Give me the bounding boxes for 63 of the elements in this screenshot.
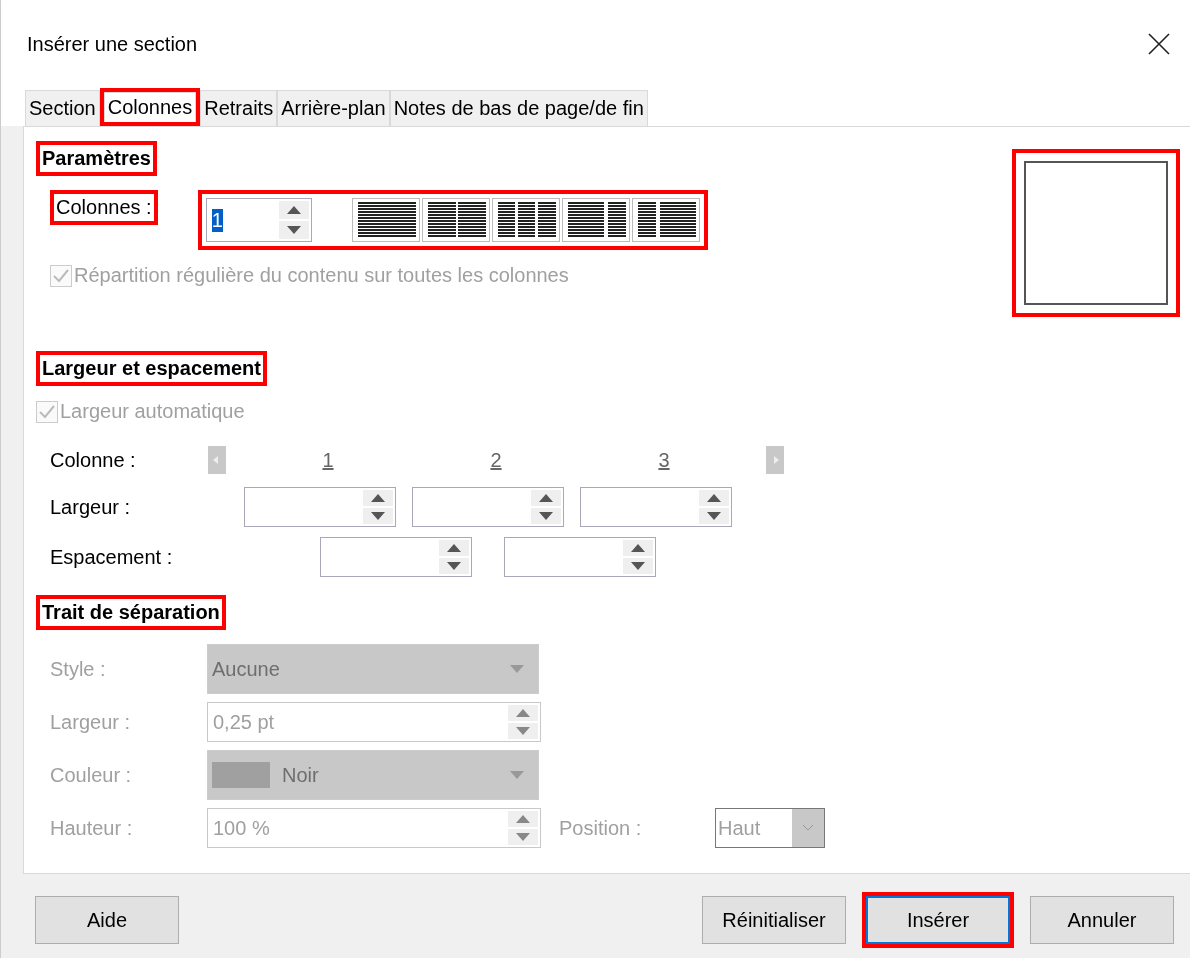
dialog-button[interactable]: Réinitialiser [702,896,846,944]
down-arrow-icon [539,512,553,520]
up-arrow-icon [286,206,301,214]
up-arrow-icon [707,494,721,502]
spin-field[interactable] [244,487,396,527]
field-label: Espacement : [50,545,174,569]
close-icon[interactable] [1148,33,1170,55]
checkbox-label: Largeur automatique [60,400,245,423]
dropdown-value: Noir [282,763,320,787]
down-arrow-icon [707,512,721,520]
up-arrow-icon [516,815,530,823]
up-arrow-icon [631,544,645,552]
column-preset-button[interactable] [351,198,420,242]
spin-field[interactable] [580,487,732,527]
column-preset-button[interactable] [491,198,560,242]
field-label: Style : [50,657,107,681]
column-number: 1 [321,448,335,472]
column-number: 3 [657,448,671,472]
down-arrow-icon [447,562,461,570]
window-title: Insérer une section [27,32,198,56]
down-arrow-icon [631,562,645,570]
up-arrow-icon [516,709,530,717]
checkmark-icon [53,268,69,283]
checkbox-label: Répartition régulière du contenu sur toutes les colonnes [74,264,569,287]
dialog-button[interactable]: Insérer [866,896,1010,944]
down-arrow-icon [516,833,530,841]
field-label: Hauteur : [50,816,134,840]
tab[interactable]: Section [25,90,100,126]
field-label: Colonnes : [56,196,152,219]
up-arrow-icon [447,544,461,552]
down-arrow-icon [286,226,301,234]
section-heading: Paramètres [42,147,151,170]
tab[interactable]: Colonnes [103,92,197,122]
spin-field[interactable] [504,537,656,577]
down-arrow-icon [516,727,530,735]
spin-field[interactable] [320,537,472,577]
column-preset-button[interactable] [561,198,630,242]
tab[interactable]: Notes de bas de page/de fin [389,90,648,126]
down-arrow-icon [510,665,524,673]
dialog-button[interactable]: Annuler [1030,896,1174,944]
spin-field[interactable]: 1 [205,198,312,242]
dropdown-value: Aucune [212,657,281,681]
color-swatch [212,762,270,788]
up-arrow-icon [371,494,385,502]
chevron-icon [802,824,814,832]
down-arrow-icon [371,512,385,520]
field-label: Largeur : [50,710,132,734]
field-label: Couleur : [50,763,133,787]
tab[interactable]: Arrière-plan [277,90,390,126]
column-number: 2 [489,448,503,472]
section-heading: Largeur et espacement [42,357,261,380]
tab[interactable]: Retraits [200,90,278,126]
column-preset-button[interactable] [421,198,490,242]
section-heading: Trait de séparation [42,601,220,624]
checkmark-icon [39,404,55,419]
dialog-button[interactable]: Aide [35,896,179,944]
spin-field[interactable] [412,487,564,527]
down-arrow-icon [510,771,524,779]
up-arrow-icon [539,494,553,502]
column-preset-button[interactable] [631,198,700,242]
field-label: Largeur : [50,495,132,519]
field-label: Position : [559,816,643,840]
field-label: Colonne : [50,448,137,472]
